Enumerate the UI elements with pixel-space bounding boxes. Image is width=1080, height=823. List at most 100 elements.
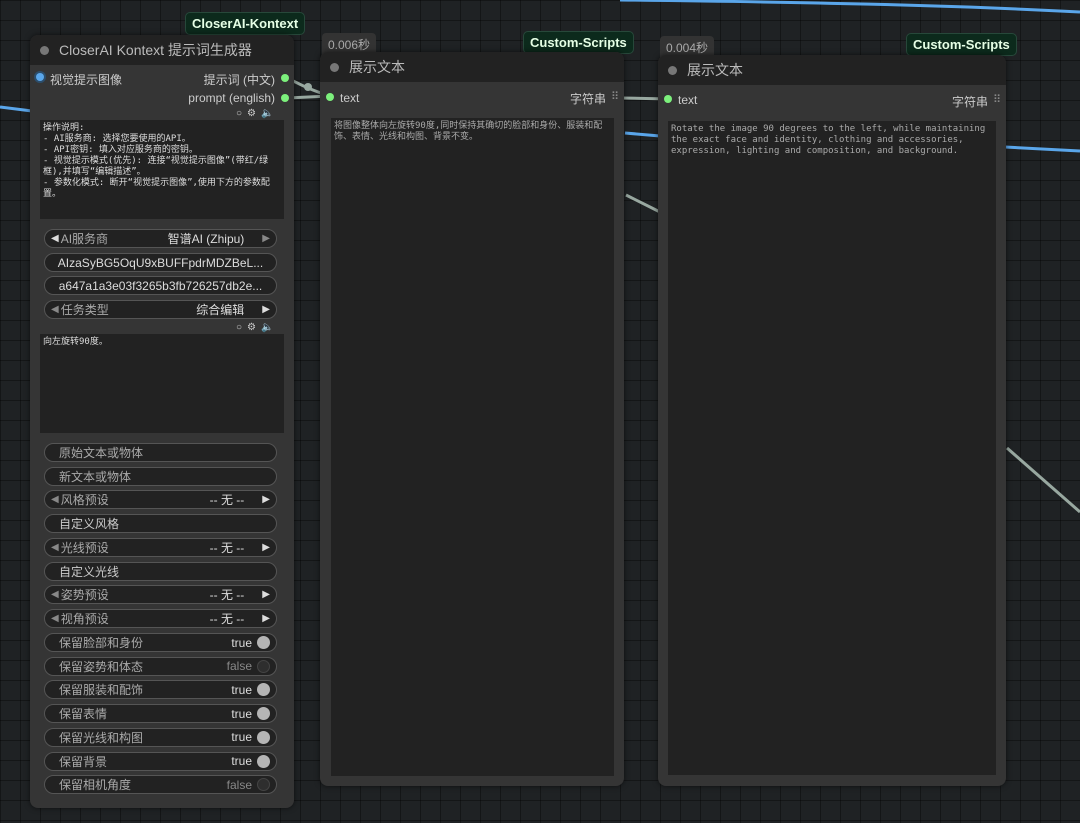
custom-light-field[interactable]: 自定义光线 <box>44 562 277 581</box>
toggle-value: false <box>226 777 252 792</box>
task-label: 任务类型 <box>60 303 109 317</box>
pose-preset-combo[interactable]: ◀ 姿势预设 -- 无 -- ▶ <box>44 585 277 604</box>
custom-style-field[interactable]: 自定义风格 <box>44 514 277 533</box>
output-cn-label: 提示词 (中文) <box>203 73 275 87</box>
arrow-left-icon[interactable]: ◀ <box>51 542 59 553</box>
toggle-value: true <box>231 730 252 745</box>
output-en-slot-dot[interactable] <box>281 94 289 102</box>
prompt-generator-node[interactable]: CloserAI Kontext 提示词生成器 视觉提示图像 提示词 (中文) … <box>30 35 294 808</box>
node3-badge: Custom-Scripts <box>906 33 1017 56</box>
light-value: -- 无 -- <box>209 541 245 555</box>
gear-icon[interactable]: ⚙ <box>247 108 256 119</box>
toggle-widget[interactable]: 保留相机角度 false <box>44 775 277 795</box>
collapse-dot-icon[interactable] <box>40 45 49 55</box>
original-object-field[interactable]: 原始文本或物体 <box>44 443 277 462</box>
toggle-widget[interactable]: 保留背景 true <box>44 751 277 771</box>
node3-textarea[interactable]: Rotate the image 90 degrees to the left,… <box>668 121 996 775</box>
toggle-label: 保留姿势和体态 <box>59 659 144 674</box>
show-text-node-2[interactable]: 展示文本 text 字符串 ⠿ Rotate the image 90 degr… <box>658 55 1006 786</box>
arrow-left-icon[interactable]: ◀ <box>51 494 59 505</box>
api-key-field[interactable]: AIzaSyBG5OqU9xBUFFpdrMDZBeL... <box>44 253 277 272</box>
toggle-knob-icon[interactable] <box>257 707 270 721</box>
toggle-knob-icon[interactable] <box>257 730 270 744</box>
original-object-label: 原始文本或物体 <box>59 446 144 460</box>
toggle-value: false <box>226 659 252 674</box>
provider-combo[interactable]: ◀ AI服务商 智谱AI (Zhipu) ▶ <box>44 229 277 248</box>
collapse-dot-icon[interactable] <box>330 62 339 72</box>
arrow-right-icon[interactable]: ▶ <box>262 233 270 244</box>
input-image-label: 视觉提示图像 <box>50 73 123 87</box>
node1-title: CloserAI Kontext 提示词生成器 <box>59 42 252 58</box>
arrow-left-icon[interactable]: ◀ <box>51 233 59 244</box>
toggle-value: true <box>231 706 252 721</box>
show-text-node-1[interactable]: 展示文本 text 字符串 ⠿ 将图像整体向左旋转90度,同时保持其确切的脸部和… <box>320 52 624 786</box>
speaker-icon[interactable]: 🔈 <box>261 322 273 333</box>
toggle-widget[interactable]: 保留光线和构图 true <box>44 727 277 747</box>
node1-titlebar[interactable]: CloserAI Kontext 提示词生成器 <box>30 35 294 65</box>
node2-input-slot-dot[interactable] <box>326 93 334 101</box>
pose-value: -- 无 -- <box>209 588 245 602</box>
node3-grip-icon[interactable]: ⠿ <box>993 93 1001 106</box>
toggle-label: 保留脸部和身份 <box>59 636 144 650</box>
view-label: 视角预设 <box>60 612 109 626</box>
arrow-left-icon[interactable]: ◀ <box>51 589 59 600</box>
link-blue-mid <box>624 131 661 138</box>
edit-description-textarea[interactable]: 向左旋转90度。 <box>40 334 284 433</box>
collapse-dot-icon[interactable] <box>668 65 677 75</box>
arrow-right-icon[interactable]: ▶ <box>262 304 270 315</box>
node3-input-slot-dot[interactable] <box>664 95 672 103</box>
toggle-widget[interactable]: 保留姿势和体态 false <box>44 656 277 676</box>
speaker-icon[interactable]: 🔈 <box>261 108 273 119</box>
light-preset-combo[interactable]: ◀ 光线预设 -- 无 -- ▶ <box>44 538 277 557</box>
task-type-combo[interactable]: ◀ 任务类型 综合编辑 ▶ <box>44 300 277 319</box>
instructions-textarea[interactable]: 操作说明: - AI服务商: 选择您要使用的API。 - API密钥: 填入对应… <box>40 120 284 219</box>
node2-title: 展示文本 <box>349 59 405 75</box>
toggle-knob-icon[interactable] <box>257 636 270 649</box>
toggle-widget[interactable]: 保留脸部和身份 true <box>44 633 277 652</box>
task-value: 综合编辑 <box>196 303 245 317</box>
view-preset-combo[interactable]: ◀ 视角预设 -- 无 -- ▶ <box>44 609 277 628</box>
node2-badge: Custom-Scripts <box>523 31 634 54</box>
toggle-knob-icon[interactable] <box>257 683 270 697</box>
toggle-widget[interactable]: 保留服装和配饰 true <box>44 680 277 700</box>
arrow-right-icon[interactable]: ▶ <box>262 494 270 505</box>
arrow-left-icon[interactable]: ◀ <box>51 304 59 315</box>
toggle-widget[interactable]: 保留表情 true <box>44 704 277 724</box>
toggle-label: 保留表情 <box>59 707 108 722</box>
style-preset-combo[interactable]: ◀ 风格预设 -- 无 -- ▶ <box>44 490 277 509</box>
node3-titlebar[interactable]: 展示文本 <box>658 55 1006 85</box>
gear-icon[interactable]: ⚙ <box>247 322 256 333</box>
provider-label: AI服务商 <box>60 232 109 246</box>
textarea2-tools: ○ ⚙ 🔈 <box>236 322 273 333</box>
node2-textarea[interactable]: 将图像整体向左旋转90度,同时保持其确切的脸部和身份、服装和配饰、表情、光线和构… <box>331 118 614 776</box>
toggle-label: 保留服装和配饰 <box>59 683 144 698</box>
toggle-value: true <box>231 682 252 697</box>
arrow-right-icon[interactable]: ▶ <box>262 542 270 553</box>
api-key2-field[interactable]: a647a1a3e03f3265b3fb726257db2e... <box>44 276 277 295</box>
input-slot-dot[interactable] <box>36 73 44 81</box>
node3-output-label: 字符串 <box>951 95 988 109</box>
node2-output-label: 字符串 <box>569 92 606 106</box>
output-en-label: prompt (english) <box>188 91 275 105</box>
arrow-right-icon[interactable]: ▶ <box>262 589 270 600</box>
pose-label: 姿势预设 <box>60 588 109 602</box>
provider-value: 智谱AI (Zhipu) <box>167 232 245 246</box>
circle-icon[interactable]: ○ <box>236 108 242 119</box>
toggle-knob-icon[interactable] <box>257 778 270 792</box>
link-diag-2 <box>1006 446 1080 514</box>
link-diag-1 <box>625 193 661 214</box>
toggle-label: 保留相机角度 <box>59 778 132 793</box>
textarea1-tools: ○ ⚙ 🔈 <box>236 108 273 119</box>
node2-titlebar[interactable]: 展示文本 <box>320 52 624 82</box>
arrow-left-icon[interactable]: ◀ <box>51 613 59 624</box>
toggle-label: 保留背景 <box>59 754 108 769</box>
toggle-knob-icon[interactable] <box>257 754 270 768</box>
node3-title: 展示文本 <box>687 62 743 78</box>
toggle-knob-icon[interactable] <box>257 659 270 673</box>
circle-icon[interactable]: ○ <box>236 322 242 333</box>
node2-grip-icon[interactable]: ⠿ <box>611 90 619 103</box>
node2-input-label: text <box>340 91 360 105</box>
output-cn-slot-dot[interactable] <box>281 74 289 82</box>
arrow-right-icon[interactable]: ▶ <box>262 613 270 624</box>
new-object-field[interactable]: 新文本或物体 <box>44 467 277 486</box>
